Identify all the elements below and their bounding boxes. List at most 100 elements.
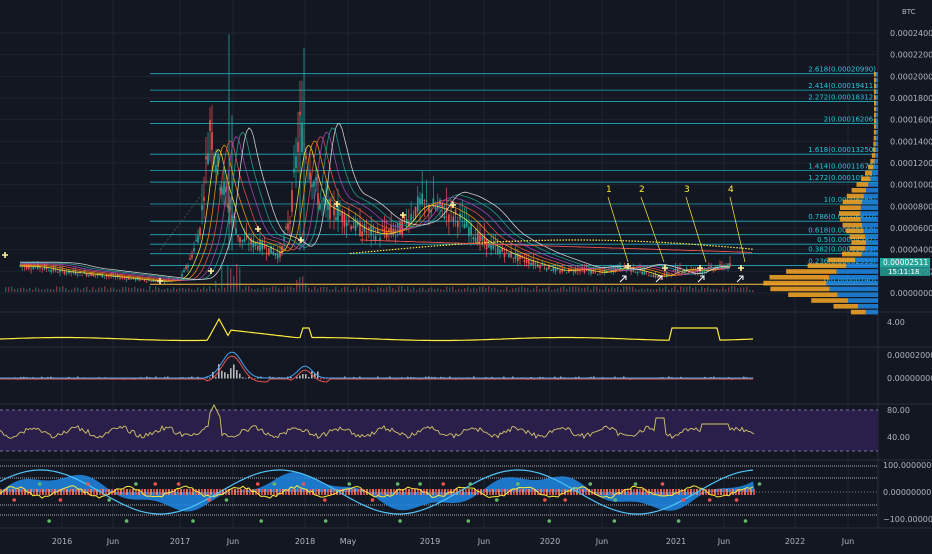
candle-body[interactable] <box>207 153 209 164</box>
candle-body[interactable] <box>419 198 421 205</box>
candle-body[interactable] <box>534 263 537 265</box>
candle-body[interactable] <box>470 223 472 236</box>
candle-body[interactable] <box>331 199 333 201</box>
candle-body[interactable] <box>592 270 595 274</box>
candle-body[interactable] <box>323 197 325 202</box>
candle-body[interactable] <box>254 242 257 246</box>
candle-body[interactable] <box>30 268 32 270</box>
candle-body[interactable] <box>350 226 352 230</box>
candle-body[interactable] <box>545 268 548 271</box>
candle-body[interactable] <box>301 122 303 152</box>
candle-body[interactable] <box>536 264 539 267</box>
candle-body[interactable] <box>361 231 364 237</box>
candle-body[interactable] <box>414 206 417 217</box>
candle-body[interactable] <box>539 265 541 269</box>
candle-body[interactable] <box>243 238 246 243</box>
candle-body[interactable] <box>197 236 199 243</box>
candle-body[interactable] <box>403 216 406 220</box>
candle-body[interactable] <box>565 272 568 274</box>
candle-body[interactable] <box>223 182 225 195</box>
candle-body[interactable] <box>335 217 337 220</box>
candle-body[interactable] <box>352 226 355 229</box>
candle-body[interactable] <box>221 188 223 195</box>
candle-body[interactable] <box>259 239 261 252</box>
candle-body[interactable] <box>503 253 506 258</box>
candle-body[interactable] <box>150 280 152 282</box>
candle-body[interactable] <box>423 200 426 201</box>
candle-body[interactable] <box>285 226 287 229</box>
candle-body[interactable] <box>561 268 564 272</box>
candle-body[interactable] <box>543 267 546 269</box>
candle-body[interactable] <box>108 276 110 277</box>
candle-body[interactable] <box>654 274 657 278</box>
candle-body[interactable] <box>48 270 50 272</box>
candle-body[interactable] <box>636 271 639 273</box>
candle-body[interactable] <box>85 274 88 276</box>
candle-body[interactable] <box>479 233 481 242</box>
candle-body[interactable] <box>199 227 201 236</box>
candle-body[interactable] <box>268 248 270 256</box>
candle-body[interactable] <box>523 260 526 262</box>
candle-body[interactable] <box>396 223 399 227</box>
candle-body[interactable] <box>588 270 590 272</box>
candle-body[interactable] <box>443 215 446 219</box>
candle-body[interactable] <box>333 205 335 216</box>
candle-body[interactable] <box>103 276 106 278</box>
candle-body[interactable] <box>463 223 466 229</box>
candle-body[interactable] <box>211 132 213 150</box>
candle-body[interactable] <box>379 237 381 240</box>
candle-body[interactable] <box>195 240 197 242</box>
candle-body[interactable] <box>41 268 44 270</box>
candle-body[interactable] <box>185 265 187 270</box>
candle-body[interactable] <box>345 222 348 227</box>
chart-area[interactable]: 0(0.00000740)0.236(0.00002553)0.382(0.00… <box>0 0 932 550</box>
candle-body[interactable] <box>123 277 126 279</box>
candle-body[interactable] <box>52 267 55 271</box>
candle-body[interactable] <box>343 214 346 227</box>
candle-body[interactable] <box>634 271 637 273</box>
candle-body[interactable] <box>650 275 652 277</box>
candle-body[interactable] <box>94 274 97 276</box>
candle-body[interactable] <box>448 214 450 222</box>
candle-body[interactable] <box>317 193 319 205</box>
candle-body[interactable] <box>461 214 464 216</box>
candle-body[interactable] <box>339 213 341 215</box>
candle-body[interactable] <box>541 264 544 266</box>
candle-body[interactable] <box>499 249 501 255</box>
candle-body[interactable] <box>341 211 344 223</box>
candle-body[interactable] <box>201 205 203 211</box>
candle-body[interactable] <box>191 254 193 258</box>
candle-body[interactable] <box>145 280 148 282</box>
candle-body[interactable] <box>215 165 217 172</box>
candle-body[interactable] <box>559 270 561 273</box>
candle-body[interactable] <box>525 259 528 263</box>
candle-body[interactable] <box>719 263 721 265</box>
candle-body[interactable] <box>496 246 499 254</box>
candle-body[interactable] <box>193 248 195 252</box>
candle-body[interactable] <box>291 190 293 212</box>
candle-body[interactable] <box>189 258 191 260</box>
candle-body[interactable] <box>311 184 313 188</box>
candle-body[interactable] <box>203 196 205 201</box>
candle-body[interactable] <box>289 221 291 224</box>
candle-body[interactable] <box>274 253 277 256</box>
candle-body[interactable] <box>528 259 530 265</box>
candle-body[interactable] <box>368 227 370 230</box>
candle-body[interactable] <box>434 206 437 210</box>
candle-body[interactable] <box>321 201 323 203</box>
candle-body[interactable] <box>239 237 241 243</box>
candle-body[interactable] <box>348 219 350 221</box>
candle-body[interactable] <box>250 238 252 244</box>
candle-body[interactable] <box>648 275 650 277</box>
candle-body[interactable] <box>276 253 279 259</box>
candle-body[interactable] <box>92 274 95 277</box>
candle-body[interactable] <box>81 275 84 276</box>
candle-body[interactable] <box>452 216 455 221</box>
candle-body[interactable] <box>641 271 644 275</box>
candle-body[interactable] <box>88 274 90 277</box>
candle-body[interactable] <box>421 193 424 205</box>
candle-body[interactable] <box>550 270 552 272</box>
candle-body[interactable] <box>299 111 301 116</box>
candle-body[interactable] <box>530 263 532 265</box>
candle-body[interactable] <box>148 280 150 282</box>
